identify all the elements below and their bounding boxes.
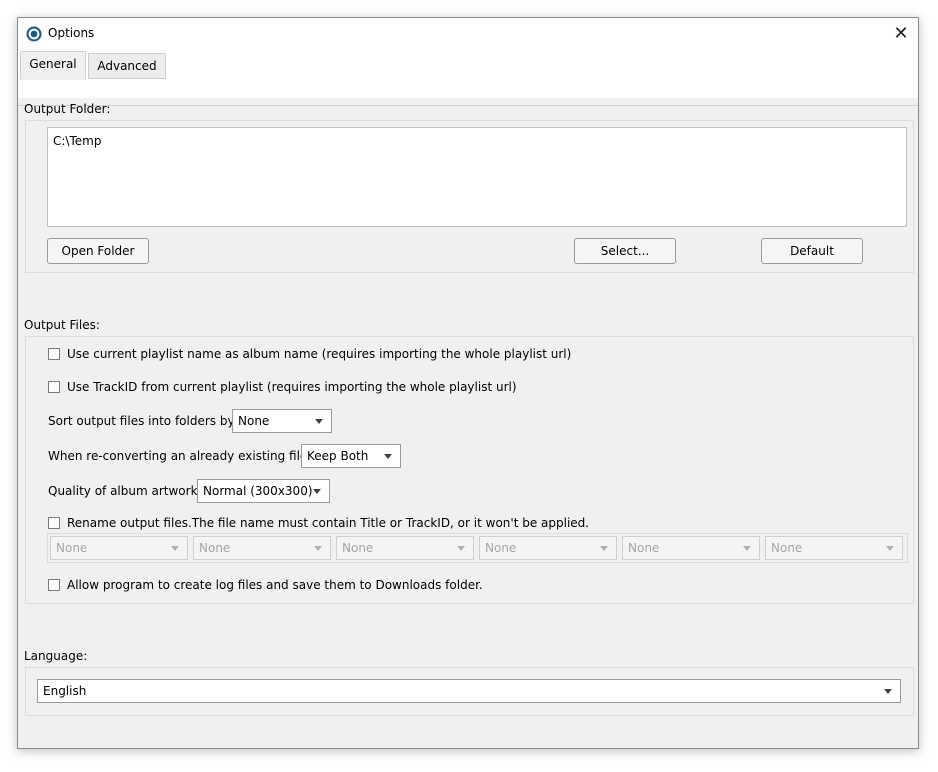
title-bar: Options ✕ [18, 18, 918, 49]
output-folder-path-field[interactable]: C:\Temp [47, 127, 907, 227]
rename-slot-value: None [342, 541, 374, 555]
log-files-checkbox[interactable] [48, 579, 60, 591]
rename-slot-1-select[interactable]: None [50, 536, 188, 560]
sort-folders-label: Sort output files into folders by: [48, 414, 238, 428]
chevron-down-icon [315, 419, 323, 424]
rename-slot-value: None [771, 541, 803, 555]
rename-slot-4-select[interactable]: None [479, 536, 617, 560]
sort-folders-value: None [238, 414, 270, 428]
rename-slot-value: None [56, 541, 88, 555]
window-title: Options [48, 26, 95, 40]
chevron-down-icon [743, 546, 751, 551]
chevron-down-icon [314, 546, 322, 551]
tab-divider [18, 105, 918, 106]
rename-slot-value: None [199, 541, 231, 555]
reconvert-label: When re-converting an already existing f… [48, 449, 312, 463]
rename-slot-6-select[interactable]: None [765, 536, 903, 560]
artwork-quality-select[interactable]: Normal (300x300) [197, 479, 330, 503]
tab-general-label: General [29, 57, 77, 71]
tab-advanced[interactable]: Advanced [88, 53, 166, 79]
output-folder-group: C:\Temp Open Folder Select... Default [25, 120, 914, 273]
rename-slot-2-select[interactable]: None [193, 536, 331, 560]
rename-slot-value: None [485, 541, 517, 555]
tab-general[interactable]: General [20, 51, 86, 80]
open-folder-button[interactable]: Open Folder [47, 238, 149, 264]
output-files-label: Output Files: [24, 318, 100, 332]
output-files-group: Use current playlist name as album name … [25, 336, 914, 604]
artwork-quality-label: Quality of album artwork: [48, 484, 202, 498]
chevron-down-icon [600, 546, 608, 551]
use-trackid-checkbox[interactable] [48, 381, 60, 393]
default-folder-button[interactable]: Default [761, 238, 863, 264]
rename-files-label: Rename output files.The file name must c… [67, 516, 590, 530]
rename-slot-5-select[interactable]: None [622, 536, 760, 560]
output-folder-label: Output Folder: [24, 102, 111, 116]
close-button[interactable]: ✕ [884, 18, 918, 49]
language-group: English [25, 667, 914, 716]
language-select[interactable]: English [37, 679, 901, 703]
close-icon: ✕ [893, 23, 909, 44]
rename-pattern-row: None None None None None None [47, 533, 908, 563]
chevron-down-icon [171, 546, 179, 551]
rename-slot-value: None [628, 541, 660, 555]
use-playlist-name-label: Use current playlist name as album name … [67, 347, 572, 361]
app-logo-icon [26, 26, 42, 42]
language-label: Language: [24, 649, 88, 663]
rename-slot-3-select[interactable]: None [336, 536, 474, 560]
chevron-down-icon [384, 454, 392, 459]
language-value: English [43, 684, 87, 698]
rename-files-checkbox[interactable] [48, 517, 60, 529]
tab-strip: General Advanced [18, 49, 918, 106]
sort-folders-select[interactable]: None [232, 409, 332, 433]
use-playlist-name-checkbox[interactable] [48, 348, 60, 360]
chevron-down-icon [886, 546, 894, 551]
tab-advanced-label: Advanced [97, 59, 157, 73]
log-files-label: Allow program to create log files and sa… [67, 578, 483, 592]
chevron-down-icon [884, 689, 892, 694]
artwork-quality-value: Normal (300x300) [203, 484, 313, 498]
select-folder-button[interactable]: Select... [574, 238, 676, 264]
chevron-down-icon [457, 546, 465, 551]
reconvert-select[interactable]: Keep Both [301, 444, 401, 468]
reconvert-value: Keep Both [307, 449, 369, 463]
chevron-down-icon [313, 489, 321, 494]
options-dialog: Options ✕ General Advanced Output Folder… [17, 17, 919, 749]
use-trackid-label: Use TrackID from current playlist (requi… [67, 380, 517, 394]
